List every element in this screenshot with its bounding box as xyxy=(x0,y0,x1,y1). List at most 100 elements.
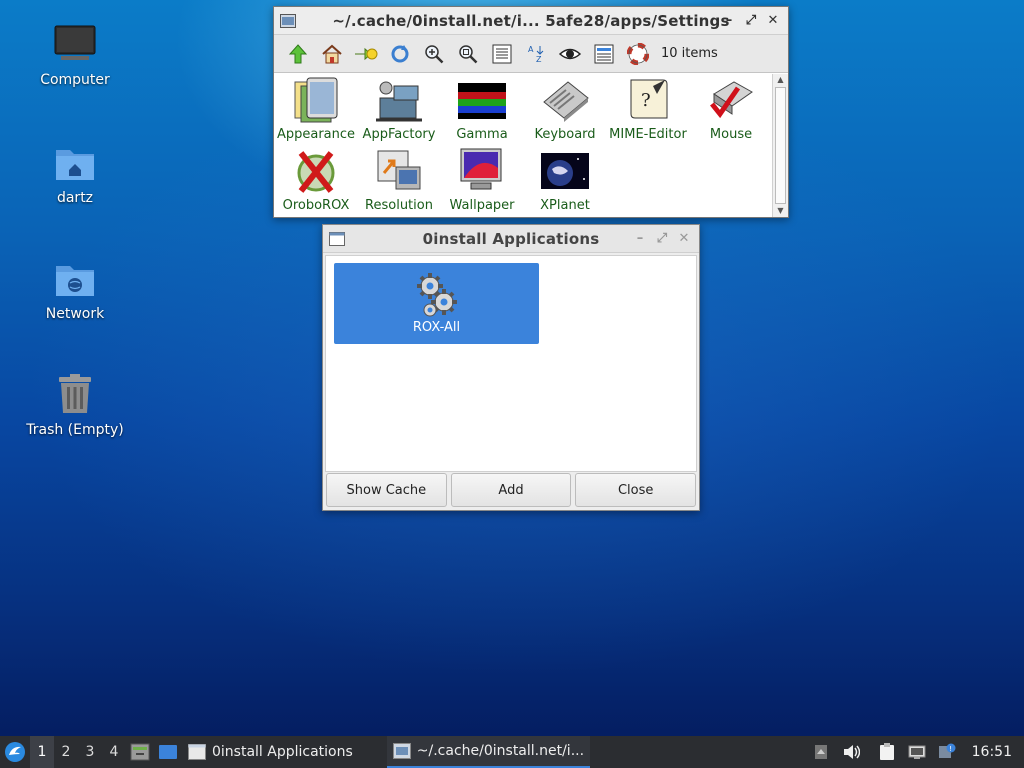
up-arrow-icon xyxy=(814,745,827,759)
show-desktop-button[interactable] xyxy=(154,736,182,768)
appfactory-icon xyxy=(373,75,425,125)
app-item-appfactory[interactable]: AppFactory xyxy=(357,75,441,145)
minimize-button[interactable]: – xyxy=(631,230,649,248)
filer-window: ~/.cache/0install.net/i... 5afe28/apps/S… xyxy=(273,6,789,218)
mouse-icon xyxy=(705,75,757,125)
xplanet-icon xyxy=(539,146,591,196)
item-count: 10 items xyxy=(661,46,718,61)
svg-text:Z: Z xyxy=(536,55,542,64)
filer-item-area[interactable]: Appearance AppFactory Gamma Keyboard ? M… xyxy=(274,74,772,217)
app-item-keyboard[interactable]: Keyboard xyxy=(523,75,607,145)
svg-text:?: ? xyxy=(641,90,651,111)
filer-window-icon xyxy=(392,743,411,759)
appearance-icon xyxy=(290,75,342,125)
app-item-mouse[interactable]: Mouse xyxy=(689,75,773,145)
gears-icon xyxy=(416,273,457,317)
bookmarks-icon[interactable] xyxy=(349,39,383,69)
clipboard-button[interactable] xyxy=(872,736,902,768)
svg-text:!: ! xyxy=(949,745,952,753)
window-icon xyxy=(329,231,345,246)
notification-button[interactable]: ! xyxy=(932,736,962,768)
scroll-thumb[interactable] xyxy=(775,87,786,204)
details-view-icon[interactable] xyxy=(485,39,519,69)
file-manager-launcher[interactable] xyxy=(126,736,154,768)
lxqt-logo-icon xyxy=(5,742,25,762)
close-button[interactable]: Close xyxy=(575,473,697,507)
home-icon[interactable] xyxy=(315,39,349,69)
wallpaper-icon xyxy=(456,146,508,196)
zoom-fit-icon[interactable] xyxy=(451,39,485,69)
desktop-icon-label: Trash (Empty) xyxy=(26,422,124,438)
monitor-icon xyxy=(53,22,97,66)
close-button[interactable]: ✕ xyxy=(675,230,693,248)
show-cache-button[interactable]: Show Cache xyxy=(326,473,447,507)
resolution-icon xyxy=(373,146,425,196)
clipboard-icon xyxy=(879,743,894,760)
zero-install-window: 0install Applications – ⤢ ✕ ROX-All Show… xyxy=(322,224,700,511)
app-list[interactable]: ROX-All xyxy=(325,255,697,472)
desktop-icon-network[interactable]: Network xyxy=(15,256,135,322)
workspace-2[interactable]: 2 xyxy=(54,736,78,768)
zero-install-titlebar[interactable]: 0install Applications – ⤢ ✕ xyxy=(323,225,699,253)
tray-expand-button[interactable] xyxy=(806,736,836,768)
filer-title: ~/.cache/0install.net/i... 5afe28/apps/S… xyxy=(332,11,730,30)
start-menu-button[interactable] xyxy=(0,736,30,768)
network-folder-icon xyxy=(53,256,97,300)
show-hidden-icon[interactable] xyxy=(553,39,587,69)
help-icon[interactable] xyxy=(621,39,655,69)
maximize-button[interactable]: ⤢ xyxy=(653,230,671,248)
add-button[interactable]: Add xyxy=(450,473,572,507)
mime-editor-icon: ? xyxy=(622,75,674,125)
desktop-icon-label: Network xyxy=(45,306,105,322)
app-item-xplanet[interactable]: XPlanet xyxy=(523,146,607,216)
app-tile-label: ROX-All xyxy=(412,320,461,335)
scroll-up-arrow-icon[interactable]: ▲ xyxy=(773,74,788,86)
app-item-appearance[interactable]: Appearance xyxy=(274,75,358,145)
keyboard-icon xyxy=(539,75,591,125)
filer-toolbar: AZ 10 items xyxy=(274,35,788,73)
app-item-resolution[interactable]: Resolution xyxy=(357,146,441,216)
network-button[interactable] xyxy=(902,736,932,768)
desktop-icon-computer[interactable]: Computer xyxy=(15,22,135,88)
app-tile-rox-all[interactable]: ROX-All xyxy=(334,263,539,344)
home-folder-icon xyxy=(53,140,97,184)
zoom-in-icon[interactable] xyxy=(417,39,451,69)
task-label: ~/.cache/0install.net/i... xyxy=(416,743,585,759)
gamma-icon xyxy=(456,75,508,125)
scroll-down-arrow-icon[interactable]: ▼ xyxy=(773,205,788,217)
task-filer[interactable]: ~/.cache/0install.net/i... xyxy=(386,736,591,768)
system-tray: ! 16:51 xyxy=(806,736,1024,768)
clock[interactable]: 16:51 xyxy=(962,744,1024,760)
select-icon[interactable] xyxy=(587,39,621,69)
desktop-icon-label: dartz xyxy=(56,190,94,206)
workspace-1[interactable]: 1 xyxy=(30,736,54,768)
taskbar: 1 2 3 4 0install Applications ~/.cache/0… xyxy=(0,736,1024,768)
task-zero-install[interactable]: 0install Applications xyxy=(182,736,359,768)
maximize-button[interactable]: ⤢ xyxy=(742,12,760,30)
app-item-gamma[interactable]: Gamma xyxy=(440,75,524,145)
window-icon xyxy=(188,744,206,760)
sort-icon[interactable]: AZ xyxy=(519,39,553,69)
app-item-mime-editor[interactable]: ? MIME-Editor xyxy=(606,75,690,145)
workspace-3[interactable]: 3 xyxy=(78,736,102,768)
network-icon xyxy=(908,745,926,759)
up-arrow-icon[interactable] xyxy=(281,39,315,69)
notification-icon: ! xyxy=(938,743,956,758)
minimize-button[interactable]: – xyxy=(720,12,738,30)
filer-scrollbar[interactable]: ▲ ▼ xyxy=(772,74,788,217)
filer-titlebar[interactable]: ~/.cache/0install.net/i... 5afe28/apps/S… xyxy=(274,7,788,35)
close-button[interactable]: ✕ xyxy=(764,12,782,30)
desktop-icon-trash[interactable]: Trash (Empty) xyxy=(15,372,135,438)
volume-button[interactable] xyxy=(836,736,866,768)
task-label: 0install Applications xyxy=(212,744,353,760)
desktop-icon-dartz[interactable]: dartz xyxy=(15,140,135,206)
app-item-wallpaper[interactable]: Wallpaper xyxy=(440,146,524,216)
desktop-icon-label: Computer xyxy=(40,72,110,88)
svg-text:A: A xyxy=(528,45,534,54)
desktop-icon xyxy=(159,745,177,759)
ororox-icon xyxy=(290,146,342,196)
workspace-4[interactable]: 4 xyxy=(102,736,126,768)
filer-window-icon xyxy=(280,13,296,28)
app-item-ororox[interactable]: OroboROX xyxy=(274,146,358,216)
refresh-icon[interactable] xyxy=(383,39,417,69)
